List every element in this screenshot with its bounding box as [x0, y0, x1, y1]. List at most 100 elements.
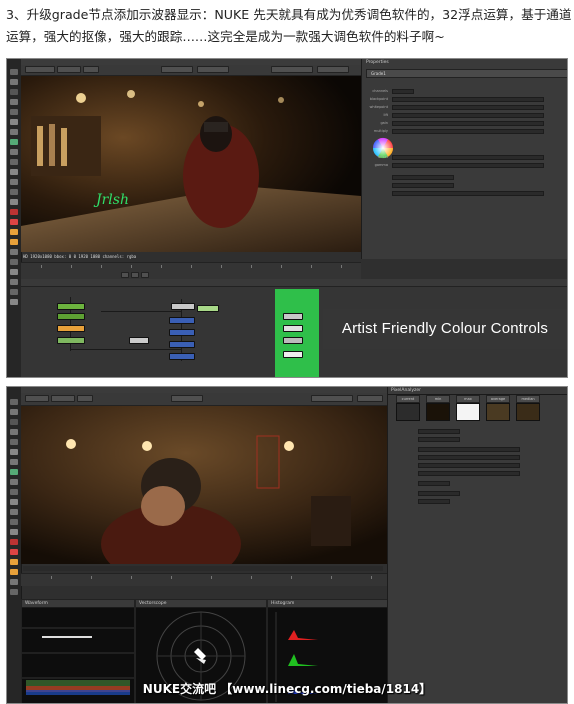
toolbar-tool-icon[interactable]	[10, 199, 18, 205]
toolbar-tool-icon[interactable]	[10, 119, 18, 125]
play-forward-button[interactable]	[141, 272, 149, 278]
toolbar-tool-icon[interactable]	[10, 279, 18, 285]
channel-dropdown[interactable]	[25, 66, 55, 73]
alpha-dropdown[interactable]	[57, 66, 81, 73]
toolbar-tool-icon[interactable]	[10, 469, 18, 475]
channel-dropdown[interactable]	[25, 395, 49, 402]
full-frame-checkbox[interactable]	[418, 499, 450, 504]
grade-node[interactable]	[57, 325, 85, 332]
toolbar-tool-icon[interactable]	[10, 429, 18, 435]
toolbar-tool-icon[interactable]	[10, 189, 18, 195]
channels-dropdown[interactable]	[392, 89, 414, 94]
multiply-slider[interactable]	[392, 129, 544, 134]
toolbar-tool-icon[interactable]	[10, 529, 18, 535]
max-swatch[interactable]	[456, 403, 480, 421]
viewer-image[interactable]	[21, 406, 387, 564]
toolbar-tool-icon[interactable]	[10, 439, 18, 445]
toolbar-tool-icon[interactable]	[10, 289, 18, 295]
toolbar-tool-icon[interactable]	[10, 419, 18, 425]
toolbar-tool-icon[interactable]	[10, 99, 18, 105]
viewer-lut-dropdown[interactable]	[317, 66, 349, 73]
toolbar-tool-icon[interactable]	[10, 129, 18, 135]
toolbar-tool-icon[interactable]	[10, 139, 18, 145]
backdrop-node[interactable]	[275, 289, 319, 377]
clear-selection-button[interactable]	[418, 481, 450, 486]
input-a-dropdown[interactable]	[171, 395, 203, 402]
gamma-slider[interactable]	[311, 395, 353, 402]
toolbar-tool-icon[interactable]	[10, 259, 18, 265]
write-node[interactable]	[283, 351, 303, 358]
toolbar-tool-icon[interactable]	[10, 219, 18, 225]
min-swatch[interactable]	[426, 403, 450, 421]
input-a-dropdown[interactable]	[161, 66, 193, 73]
toolbar-tool-icon[interactable]	[10, 589, 18, 595]
mode-dropdown[interactable]	[418, 437, 460, 442]
dot-node[interactable]	[171, 303, 195, 310]
mix-slider[interactable]	[392, 191, 544, 196]
blur-node[interactable]	[169, 317, 195, 324]
toolbar-tool-icon[interactable]	[10, 509, 18, 515]
median-swatch[interactable]	[516, 403, 540, 421]
toolbar-tool-icon[interactable]	[10, 549, 18, 555]
play-button[interactable]	[131, 272, 139, 278]
toolbar-tool-icon[interactable]	[10, 89, 18, 95]
toolbar-tool-icon[interactable]	[10, 559, 18, 565]
rgb-dropdown[interactable]	[83, 66, 99, 73]
read-node[interactable]	[283, 313, 303, 320]
whitepoint-slider[interactable]	[392, 105, 544, 110]
toolbar-tool-icon[interactable]	[10, 169, 18, 175]
rgb-dropdown[interactable]	[77, 395, 93, 402]
toolbar-tool-icon[interactable]	[10, 249, 18, 255]
toolbar-tool-icon[interactable]	[10, 229, 18, 235]
play-back-button[interactable]	[121, 272, 129, 278]
toolbar-tool-icon[interactable]	[10, 449, 18, 455]
gain-slider[interactable]	[392, 121, 544, 126]
gamma-slider[interactable]	[271, 66, 313, 73]
blur-node[interactable]	[169, 329, 195, 336]
input-b-dropdown[interactable]	[197, 66, 229, 73]
read-node[interactable]	[57, 303, 85, 310]
sample-dropdown[interactable]	[418, 429, 460, 434]
toolbar-tool-icon[interactable]	[10, 479, 18, 485]
toolbar-tool-icon[interactable]	[10, 519, 18, 525]
blackpoint-slider[interactable]	[392, 97, 544, 102]
toolbar-tool-icon[interactable]	[10, 159, 18, 165]
toolbar-tool-icon[interactable]	[10, 579, 18, 585]
range-dropdown[interactable]	[418, 491, 460, 496]
toolbar-tool-icon[interactable]	[10, 489, 18, 495]
toolbar-tool-icon[interactable]	[10, 499, 18, 505]
merge-node[interactable]	[57, 337, 85, 344]
mask-dropdown[interactable]	[392, 175, 454, 180]
current-swatch[interactable]	[396, 403, 420, 421]
unpremult-dropdown[interactable]	[392, 183, 454, 188]
toolbar-tool-icon[interactable]	[10, 569, 18, 575]
read-node[interactable]	[57, 313, 85, 320]
merge-node[interactable]	[283, 337, 303, 344]
offset-slider[interactable]	[392, 155, 544, 160]
average-swatch[interactable]	[486, 403, 510, 421]
toolbar-tool-icon[interactable]	[10, 109, 18, 115]
alpha-dropdown[interactable]	[51, 395, 75, 402]
viewer-image[interactable]: Jrlsh	[21, 76, 361, 252]
toolbar-tool-icon[interactable]	[10, 239, 18, 245]
viewer-node[interactable]	[129, 337, 149, 344]
toolbar-tool-icon[interactable]	[10, 399, 18, 405]
grade-node-header[interactable]: Grade1	[366, 69, 567, 78]
blur-node[interactable]	[169, 341, 195, 348]
toolbar-tool-icon[interactable]	[10, 539, 18, 545]
toolbar-tool-icon[interactable]	[10, 69, 18, 75]
gamma-param-slider[interactable]	[392, 163, 544, 168]
merge-node[interactable]	[169, 353, 195, 360]
toolbar-tool-icon[interactable]	[10, 299, 18, 305]
toolbar-tool-icon[interactable]	[10, 179, 18, 185]
timeline[interactable]	[21, 573, 387, 586]
pixel-analyzer-tab[interactable]: PixelAnalyzer	[388, 387, 567, 395]
toolbar-tool-icon[interactable]	[10, 79, 18, 85]
toolbar-tool-icon[interactable]	[10, 269, 18, 275]
timeline[interactable]	[21, 262, 361, 279]
transform-node[interactable]	[197, 305, 219, 312]
dot-node[interactable]	[283, 325, 303, 332]
viewer-lut-dropdown[interactable]	[357, 395, 383, 402]
toolbar-tool-icon[interactable]	[10, 409, 18, 415]
toolbar-tool-icon[interactable]	[10, 209, 18, 215]
